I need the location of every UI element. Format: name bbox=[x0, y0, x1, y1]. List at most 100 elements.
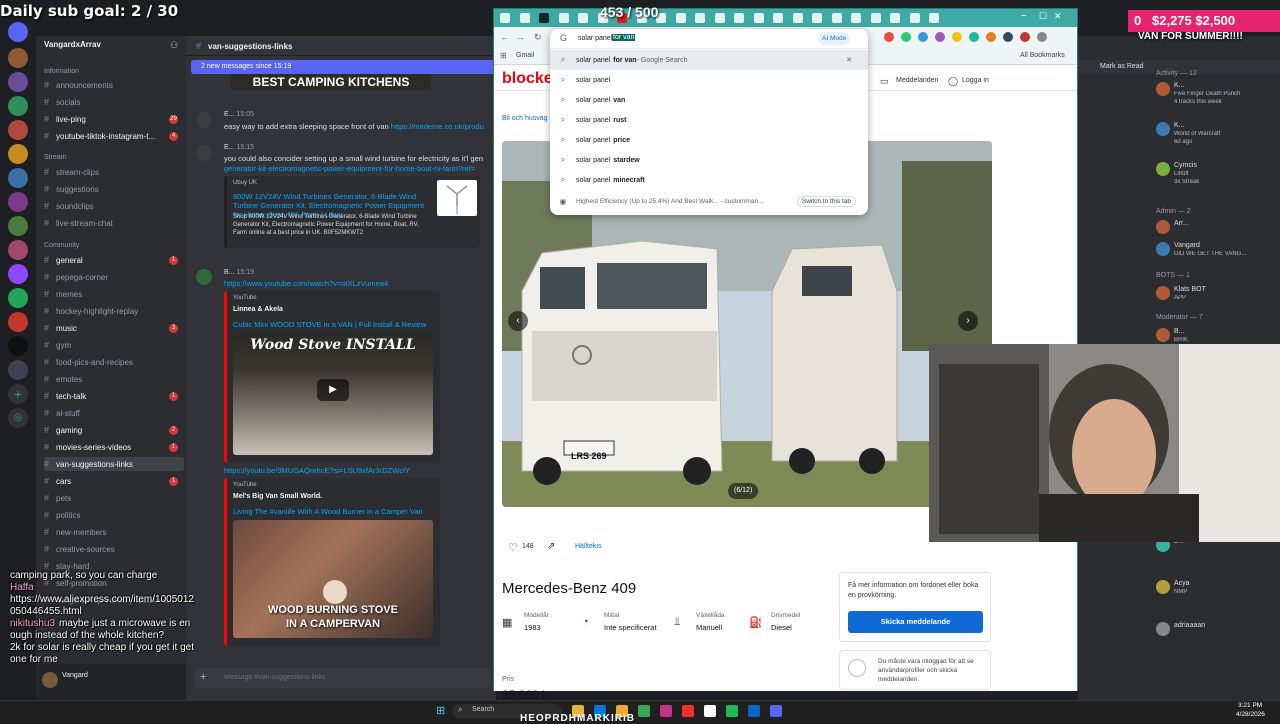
category-information[interactable]: Information bbox=[44, 68, 79, 75]
bookmark-gmail[interactable]: Gmail bbox=[516, 52, 534, 59]
server-icon[interactable] bbox=[8, 192, 28, 212]
member-name[interactable]: Vangard bbox=[1174, 242, 1274, 249]
add-member-icon[interactable]: ⚇ bbox=[170, 40, 178, 51]
member-name[interactable]: Cymcis bbox=[1174, 162, 1274, 169]
remove-suggestion-icon[interactable]: ✕ bbox=[846, 56, 852, 64]
back-icon[interactable]: ← bbox=[500, 32, 509, 42]
browser-tab[interactable] bbox=[792, 13, 803, 23]
tab-suggestion[interactable]: ◉ Highest Efficiency (Up to 25.4%) And B… bbox=[550, 191, 868, 211]
avatar[interactable] bbox=[1156, 328, 1170, 342]
avatar[interactable] bbox=[42, 672, 58, 688]
extension-icon[interactable] bbox=[918, 32, 928, 42]
avatar[interactable] bbox=[196, 112, 212, 128]
extension-icon[interactable] bbox=[884, 32, 894, 42]
category-stream[interactable]: Stream bbox=[44, 154, 67, 161]
member-name[interactable]: adriaaaan bbox=[1174, 622, 1274, 629]
server-icon[interactable] bbox=[8, 168, 28, 188]
video-thumbnail[interactable]: WOOD BURNING STOVE IN A CAMPERVAN bbox=[233, 520, 433, 638]
site-logo[interactable]: blocke bbox=[502, 70, 553, 88]
play-icon[interactable]: ▶ bbox=[317, 379, 349, 401]
channel-item[interactable]: # pets bbox=[44, 491, 184, 505]
share-icon[interactable]: ⇗ bbox=[547, 541, 555, 552]
browser-tab[interactable] bbox=[695, 13, 705, 23]
server-icon[interactable] bbox=[8, 360, 28, 380]
avatar[interactable] bbox=[1156, 580, 1170, 594]
search-suggestion[interactable]: ⌕ solar panel for van - Google Search ✕ bbox=[550, 50, 868, 70]
extension-icon[interactable] bbox=[986, 32, 996, 42]
channel-item[interactable]: # live-stream-chat bbox=[44, 216, 184, 230]
embed-channel[interactable]: Mel's Big Van Small World. bbox=[233, 493, 322, 500]
image-attachment[interactable]: BEST CAMPING KITCHENS bbox=[231, 74, 431, 90]
member-name[interactable]: B... bbox=[1174, 328, 1274, 335]
channel-item[interactable]: # gym bbox=[44, 338, 184, 352]
server-name[interactable]: VangardxArrav bbox=[44, 40, 101, 49]
browser-tab[interactable] bbox=[851, 13, 861, 23]
reload-icon[interactable]: ↻ bbox=[534, 32, 542, 43]
browser-tab[interactable] bbox=[519, 13, 530, 23]
member-name[interactable]: K... bbox=[1174, 82, 1274, 89]
new-messages-bar[interactable]: 2 new messages since 15:19 bbox=[191, 60, 496, 74]
server-icon[interactable] bbox=[8, 288, 28, 308]
safety-link[interactable]: Hälltekis bbox=[575, 543, 601, 550]
user-icon[interactable]: ◯ bbox=[948, 76, 958, 87]
channel-item[interactable]: # youtube-tiktok-instagram-t... 4 bbox=[44, 129, 184, 143]
message-link[interactable]: https://youtu.be/9MUGAQnrhcE?si=LSU9xfAr… bbox=[224, 466, 410, 475]
avatar[interactable] bbox=[1156, 162, 1170, 176]
channel-item[interactable]: # van-suggestions-links bbox=[44, 457, 184, 471]
channel-item[interactable]: # hockey-highlight-replay bbox=[44, 304, 184, 318]
mark-as-read-button[interactable]: Mark as Read bbox=[1100, 63, 1144, 70]
browser-tab[interactable] bbox=[500, 13, 510, 23]
apps-icon[interactable]: ⊞ bbox=[500, 51, 507, 60]
minimize-icon[interactable]: – bbox=[1021, 10, 1027, 21]
channel-item[interactable]: # music 3 bbox=[44, 321, 184, 335]
browser-tab[interactable] bbox=[558, 13, 569, 23]
member-name[interactable]: Arr... bbox=[1174, 220, 1274, 227]
heart-icon[interactable]: ♡ bbox=[508, 541, 518, 554]
forward-icon[interactable]: → bbox=[516, 32, 525, 42]
messages-icon[interactable]: ▭ bbox=[880, 76, 889, 87]
start-icon[interactable]: ⊞ bbox=[436, 704, 445, 717]
browser-tab[interactable] bbox=[734, 13, 744, 23]
embed-thumbnail[interactable] bbox=[437, 180, 477, 216]
server-icon[interactable] bbox=[8, 96, 28, 116]
message-link[interactable]: https://mademe.co.uk/produ bbox=[391, 122, 484, 131]
avatar[interactable] bbox=[1156, 82, 1170, 96]
breadcrumb[interactable]: Bil och husvag bbox=[502, 115, 548, 122]
message-author[interactable]: E... bbox=[224, 144, 235, 151]
search-suggestion[interactable]: ⌕ solar panel van bbox=[550, 90, 868, 110]
channel-item[interactable]: # ai-stuff bbox=[44, 406, 184, 420]
taskbar-app-icon[interactable] bbox=[682, 705, 694, 717]
add-server-icon[interactable]: + bbox=[8, 384, 28, 404]
browser-tab[interactable] bbox=[773, 13, 783, 23]
server-icon[interactable] bbox=[8, 216, 28, 236]
channel-item[interactable]: # stream-clips bbox=[44, 165, 184, 179]
channel-item[interactable]: # soundclips bbox=[44, 199, 184, 213]
search-suggestion[interactable]: ⌕ solar panel rust bbox=[550, 110, 868, 130]
message-link[interactable]: generator-kit-electromagnetic-power-equi… bbox=[224, 164, 496, 173]
twitch-server-icon[interactable] bbox=[8, 264, 28, 284]
attach-icon[interactable]: + bbox=[200, 671, 206, 683]
member-name[interactable]: Klats BOT bbox=[1174, 286, 1274, 293]
browser-tab[interactable] bbox=[812, 13, 822, 23]
avatar[interactable] bbox=[1156, 122, 1170, 136]
extension-icon[interactable] bbox=[952, 32, 962, 42]
message-author[interactable]: B... bbox=[224, 269, 235, 276]
embed-title[interactable]: Cubic Mini WOOD STOVE in a VAN | Full In… bbox=[233, 320, 426, 329]
prev-image-button[interactable]: ‹ bbox=[508, 311, 528, 331]
extension-icon[interactable] bbox=[1003, 32, 1013, 42]
browser-tab[interactable] bbox=[870, 13, 881, 23]
video-thumbnail[interactable]: Wood Stove INSTALL ▶ bbox=[233, 333, 433, 455]
avatar[interactable] bbox=[1156, 286, 1170, 300]
close-window-icon[interactable]: ✕ bbox=[1054, 11, 1062, 22]
message-link[interactable]: https://www.youtube.com/watch?v=otXLzVum… bbox=[224, 279, 388, 288]
channel-item[interactable]: # pepega-corner bbox=[44, 270, 184, 284]
message-author[interactable]: E... bbox=[224, 111, 235, 118]
server-icon[interactable] bbox=[8, 48, 28, 68]
browser-tab[interactable] bbox=[909, 13, 920, 23]
channel-item[interactable]: # tech-talk 1 bbox=[44, 389, 184, 403]
search-suggestion[interactable]: ⌕ solar panel price bbox=[550, 130, 868, 150]
ai-mode-button[interactable]: AI Mode bbox=[818, 32, 851, 45]
category-community[interactable]: Community bbox=[44, 242, 79, 249]
search-suggestion[interactable]: ⌕ solar panel minecraft bbox=[550, 170, 868, 190]
browser-tab[interactable] bbox=[929, 13, 939, 23]
